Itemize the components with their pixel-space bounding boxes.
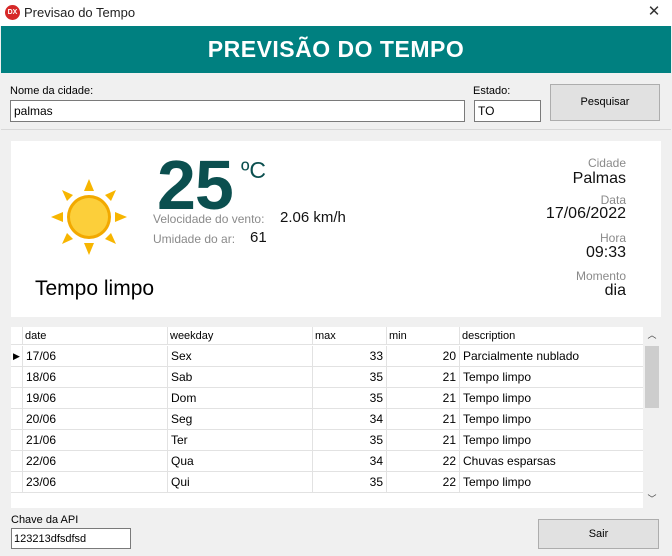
scrollbar-thumb[interactable] (645, 346, 659, 408)
city-input[interactable]: palmas (10, 100, 465, 122)
cell-max[interactable]: 35 (313, 388, 387, 408)
cell-weekday[interactable]: Dom (168, 388, 313, 408)
cell-min[interactable]: 21 (387, 409, 460, 429)
wind-label: Velocidade do vento: (153, 212, 265, 226)
cell-description[interactable]: Tempo limpo (460, 388, 643, 408)
humidity-label: Umidade do ar: (153, 232, 236, 246)
column-header-description[interactable]: description (460, 327, 643, 345)
cell-weekday[interactable]: Ter (168, 430, 313, 450)
time-label: Hora (599, 231, 626, 245)
city-result-value: Palmas (572, 170, 626, 187)
date-value: 17/06/2022 (545, 205, 626, 222)
cell-weekday[interactable]: Qua (168, 451, 313, 471)
cell-date[interactable]: 20/06 (23, 409, 168, 429)
app-banner: PREVISÃO DO TEMPO (1, 26, 671, 73)
cell-date[interactable]: 21/06 (23, 430, 168, 450)
city-result-label: Cidade (587, 156, 626, 170)
cell-date[interactable]: 19/06 (23, 388, 168, 408)
column-header-weekday[interactable]: weekday (168, 327, 313, 345)
close-window-button[interactable]: ✕ (642, 1, 666, 23)
app-icon: DX (5, 5, 20, 20)
state-label: Estado: (473, 85, 511, 97)
api-key-input[interactable]: 123213dfsdfsd (11, 528, 131, 549)
row-indicator (11, 472, 23, 492)
row-indicator (11, 409, 23, 429)
cell-min[interactable]: 22 (387, 451, 460, 471)
cell-min[interactable]: 22 (387, 472, 460, 492)
cell-max[interactable]: 35 (313, 367, 387, 387)
row-indicator (11, 430, 23, 450)
window-title: Previsao do Tempo (24, 5, 136, 20)
table-row[interactable]: 20/06 Seg 34 21 Tempo limpo (11, 409, 643, 430)
humidity-value: 61 (250, 229, 267, 246)
window-titlebar: DX Previsao do Tempo ✕ (0, 0, 672, 26)
wind-value: 2.06 km/h (280, 209, 346, 226)
cell-weekday[interactable]: Sab (168, 367, 313, 387)
forecast-grid[interactable]: date weekday max min description ▶ 17/06 S… (11, 327, 661, 508)
cell-min[interactable]: 20 (387, 346, 460, 366)
temperature-unit: ºC (241, 157, 267, 183)
cell-date[interactable]: 23/06 (23, 472, 168, 492)
cell-date[interactable]: 17/06 (23, 346, 168, 366)
cell-description[interactable]: Chuvas esparsas (460, 451, 643, 471)
table-row[interactable]: 22/06 Qua 34 22 Chuvas esparsas (11, 451, 643, 472)
table-row[interactable]: ▶ 17/06 Sex 33 20 Parcialmente nublado (11, 346, 643, 367)
column-header-max[interactable]: max (313, 327, 387, 345)
cell-max[interactable]: 33 (313, 346, 387, 366)
grid-header: date weekday max min description (11, 327, 643, 345)
table-row[interactable]: 18/06 Sab 35 21 Tempo limpo (11, 367, 643, 388)
row-indicator (11, 388, 23, 408)
search-button[interactable]: Pesquisar (550, 84, 660, 121)
column-header-date[interactable]: date (23, 327, 168, 345)
cell-max[interactable]: 35 (313, 430, 387, 450)
cell-date[interactable]: 22/06 (23, 451, 168, 471)
search-panel: Nome da cidade: palmas Estado: TO Pesqui… (1, 73, 671, 130)
cell-min[interactable]: 21 (387, 367, 460, 387)
moment-label: Momento (575, 269, 626, 283)
cell-max[interactable]: 35 (313, 472, 387, 492)
cell-description[interactable]: Tempo limpo (460, 430, 643, 450)
grid-header-indicator (11, 327, 23, 345)
weather-description: Tempo limpo (35, 277, 155, 300)
current-weather-panel: 25 ºC Velocidade do vento: 2.06 km/h Umi… (11, 141, 661, 317)
cell-weekday[interactable]: Qui (168, 472, 313, 492)
cell-max[interactable]: 34 (313, 451, 387, 471)
cell-description[interactable]: Tempo limpo (460, 409, 643, 429)
table-row[interactable]: 19/06 Dom 35 21 Tempo limpo (11, 388, 643, 409)
table-row[interactable]: 23/06 Qui 35 22 Tempo limpo (11, 472, 643, 493)
cell-weekday[interactable]: Sex (168, 346, 313, 366)
cell-description[interactable]: Parcialmente nublado (460, 346, 643, 366)
time-value: 09:33 (585, 244, 626, 261)
city-label: Nome da cidade: (10, 85, 94, 97)
scroll-up-icon[interactable]: ︿ (643, 327, 661, 344)
cell-min[interactable]: 21 (387, 430, 460, 450)
moment-value: dia (604, 282, 626, 299)
cell-description[interactable]: Tempo limpo (460, 367, 643, 387)
sun-icon (51, 179, 127, 255)
table-row[interactable]: 21/06 Ter 35 21 Tempo limpo (11, 430, 643, 451)
scroll-down-icon[interactable]: ﹀ (643, 491, 661, 508)
row-indicator: ▶ (11, 346, 23, 366)
cell-min[interactable]: 21 (387, 388, 460, 408)
state-input[interactable]: TO (474, 100, 541, 122)
cell-description[interactable]: Tempo limpo (460, 472, 643, 492)
exit-button[interactable]: Sair (538, 519, 659, 549)
grid-vertical-scrollbar[interactable]: ︿ ﹀ (643, 327, 661, 508)
row-indicator (11, 451, 23, 471)
row-indicator (11, 367, 23, 387)
cell-date[interactable]: 18/06 (23, 367, 168, 387)
cell-max[interactable]: 34 (313, 409, 387, 429)
column-header-min[interactable]: min (387, 327, 460, 345)
cell-weekday[interactable]: Seg (168, 409, 313, 429)
api-key-label: Chave da API (11, 514, 79, 526)
